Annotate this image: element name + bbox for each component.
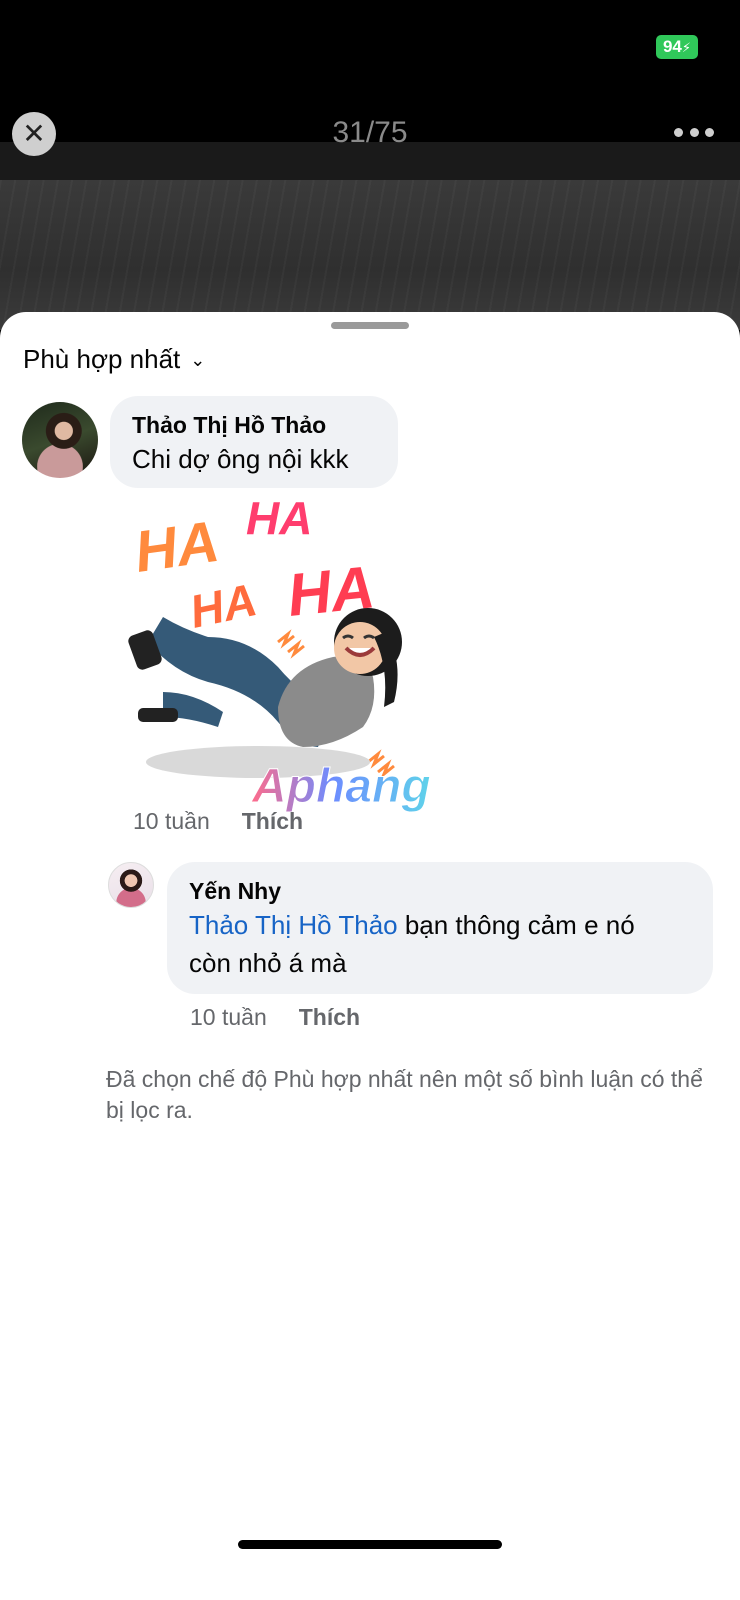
- comment-bubble[interactable]: Thảo Thị Hồ Thảo Chi dợ ông nội kkk: [110, 396, 398, 488]
- comment-actions: 10 tuần Thích: [190, 1004, 360, 1031]
- battery-level: 94: [662, 37, 682, 56]
- reply-bubble[interactable]: Yến Nhy Thảo Thị Hồ Thảo bạn thông cảm e…: [167, 862, 713, 994]
- comment-text-line2: còn nhỏ á mà: [189, 948, 347, 978]
- sort-label: Phù hợp nhất: [23, 344, 181, 374]
- sheet-grabber[interactable]: [331, 322, 409, 329]
- comment-text-line1: bạn thông cảm e nó: [397, 910, 635, 940]
- photo-counter: 31/75: [332, 116, 408, 149]
- like-button[interactable]: Thích: [242, 808, 303, 835]
- avatar[interactable]: [22, 402, 98, 478]
- comment-text: Chi dợ ông nội kkk: [132, 444, 349, 474]
- avatar[interactable]: [108, 862, 154, 908]
- photo-background: [0, 180, 740, 330]
- charging-icon: ⚡: [681, 40, 692, 55]
- status-bar: 94⚡: [0, 0, 740, 100]
- filter-note: Đã chọn chế độ Phù hợp nhất nên một số b…: [106, 1066, 703, 1123]
- mention-link[interactable]: Thảo Thị Hồ Thảo: [189, 910, 398, 940]
- more-icon: [674, 127, 683, 137]
- comment-time: 10 tuần: [133, 808, 210, 834]
- more-options-button[interactable]: [674, 118, 714, 146]
- chevron-down-icon: ⌄: [190, 350, 206, 370]
- comment-actions: 10 tuần Thích: [133, 808, 303, 835]
- comment-time: 10 tuần: [190, 1004, 267, 1030]
- comments-sheet: Phù hợp nhất ⌄ Thảo Thị Hồ Thảo Chi dợ ô…: [0, 312, 740, 1600]
- sticker-word: HA: [185, 573, 261, 638]
- comment-author[interactable]: Yến Nhy: [189, 876, 691, 906]
- sort-dropdown[interactable]: Phù hợp nhất ⌄: [23, 344, 205, 375]
- like-button[interactable]: Thích: [299, 1004, 360, 1031]
- comment-text: Thảo Thị Hồ Thảo bạn thông cảm e nó còn …: [189, 906, 691, 982]
- sticker-word: HA: [246, 492, 312, 544]
- haha-sticker: HA HA HA HA Aphang: [128, 492, 431, 812]
- sticker-word: HA: [131, 509, 223, 585]
- battery-indicator: 94⚡: [656, 35, 698, 59]
- home-indicator[interactable]: [238, 1540, 502, 1549]
- watermark-text: Aphang: [251, 760, 431, 812]
- comment-author[interactable]: Thảo Thị Hồ Thảo: [132, 410, 376, 440]
